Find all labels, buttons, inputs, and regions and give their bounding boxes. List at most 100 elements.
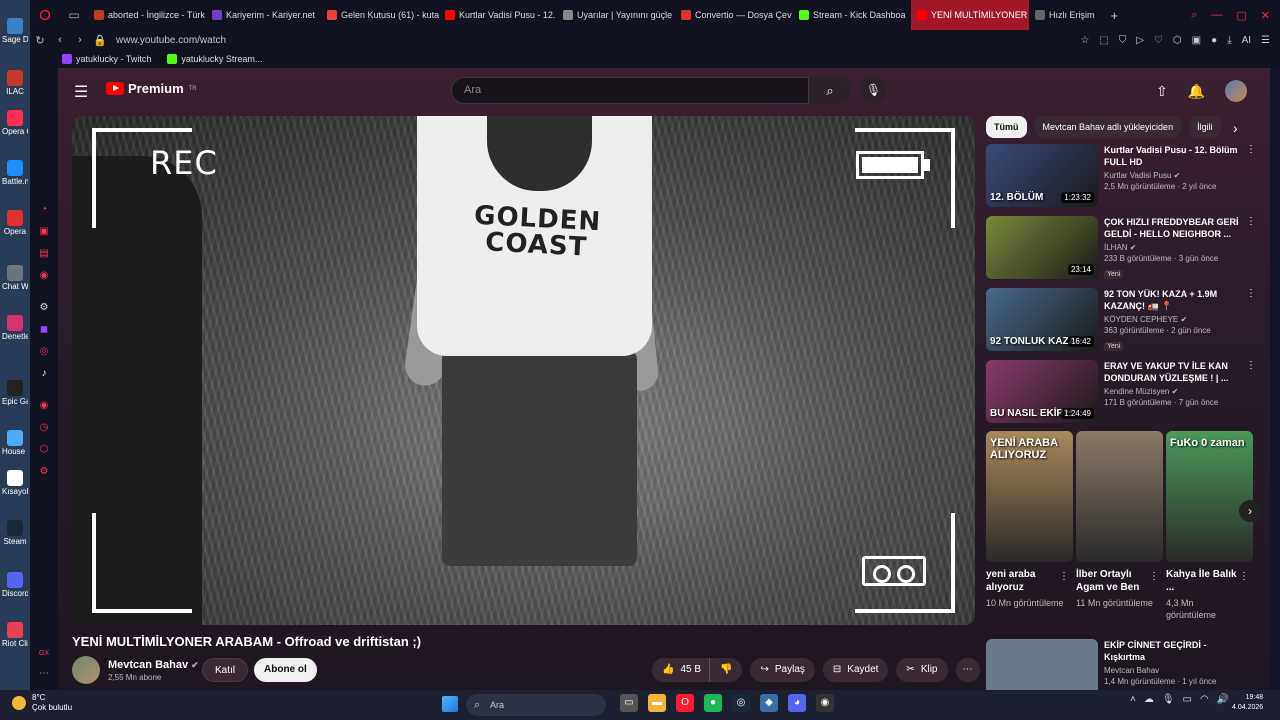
player-icon[interactable]: ◉ <box>38 400 50 412</box>
search-button[interactable]: ⌕ <box>809 77 851 104</box>
recommendation-title[interactable]: 92 TON YÜK! KAZA + 1.9M KAZANÇ! 🚛 📍 <box>1104 288 1244 312</box>
recommendation-item[interactable]: EKİP CİNNET GEÇİRDİ - Kışkırtma Mevtcan … <box>986 639 1256 690</box>
opera-flow-icon[interactable]: ◔ <box>38 204 50 216</box>
recommendation-channel[interactable]: KÖYDEN CEPHEYE ✔ <box>1104 315 1244 324</box>
short-item[interactable]: FuKo 0 zaman Kahya İle Balık ... 4,3 Mn gö… <box>1166 431 1253 621</box>
recommendation-thumbnail[interactable]: 12. BÖLÜM 1:23:32 <box>986 144 1098 207</box>
desktop-shortcut[interactable]: Riot Client <box>2 622 28 648</box>
recommendation-item[interactable]: 92 TONLUK KAZA! 16:42 92 TON YÜK! KAZA + 1… <box>986 288 1256 360</box>
filter-chip[interactable]: Mevtcan Bahav adlı yükleyiciden <box>1034 116 1182 138</box>
recommendation-title[interactable]: Kurtlar Vadisi Pusu - 12. Bölüm FULL HD <box>1104 144 1244 168</box>
recommendation-item[interactable]: 12. BÖLÜM 1:23:32 Kurtlar Vadisi Pusu - 12… <box>986 144 1256 216</box>
more-options-icon[interactable]: ⋮ <box>1149 571 1159 582</box>
file-explorer-icon[interactable]: ▬ <box>648 694 666 712</box>
short-title[interactable]: Kahya İle Balık ... <box>1166 568 1244 594</box>
desktop-shortcut[interactable]: ILAC <box>2 70 28 96</box>
tiktok-icon[interactable]: ♪ <box>38 368 50 380</box>
instagram-icon[interactable]: ◎ <box>38 346 50 358</box>
recommendation-title[interactable]: ERAY VE YAKUP TV İLE KAN DONDURAN YÜZLEŞ… <box>1104 360 1244 384</box>
browser-tab[interactable]: Convertio — Dosya Çev <box>675 0 793 30</box>
wallet-icon[interactable]: ▣ <box>1192 35 1201 46</box>
more-options-icon[interactable]: ⋮ <box>1246 144 1256 155</box>
short-title[interactable]: İlber Ortaylı Agam ve Ben <box>1076 568 1154 594</box>
browser-tab[interactable]: Hızlı Erişim <box>1029 0 1101 30</box>
url-field[interactable]: www.youtube.com/watch <box>116 35 226 46</box>
bookmark-item[interactable]: yatuklucky Stream... <box>167 54 262 64</box>
recommendation-item[interactable]: BU NASIL EKİP?! 1:24:49 ERAY VE YAKUP TV İ… <box>986 360 1256 432</box>
recommendation-channel[interactable]: Mevtcan Bahav <box>1104 666 1244 675</box>
browser-tab[interactable]: Kurtlar Vadisi Pusu - 12. <box>439 0 557 30</box>
desktop-shortcut[interactable]: Kısayol <box>2 470 28 496</box>
reload-icon[interactable]: ↻ <box>30 34 50 47</box>
filter-chip[interactable]: Tümü <box>986 116 1027 138</box>
short-item[interactable]: İlber Ortaylı Agam ve Ben 11 Mn görüntüle… <box>1076 431 1163 609</box>
maximize-icon[interactable]: ▢ <box>1236 9 1246 22</box>
desktop-shortcut[interactable]: Sage Done <box>2 18 28 44</box>
desktop-shortcut[interactable]: Epic Games Launcher <box>2 380 28 406</box>
close-icon[interactable]: ✕ <box>1261 9 1270 22</box>
clock[interactable]: 19:48 4.04.2026 <box>1232 693 1263 713</box>
recommendation-title[interactable]: ÇOK HIZLI FREDDYBEAR GERİ GELDİ - HELLO … <box>1104 216 1244 240</box>
download-icon[interactable]: ⤓ <box>1227 35 1231 46</box>
cloud-icon[interactable]: ☁ <box>1144 694 1154 705</box>
extensions-icon[interactable]: ⬡ <box>1173 35 1182 46</box>
share-button[interactable]: ↪ Paylaş <box>750 658 815 682</box>
browser-tab[interactable]: YENİ MULTİMİLYONER AR <box>911 0 1030 30</box>
channel-avatar[interactable] <box>72 656 100 684</box>
recommendation-channel[interactable]: Kendine Müzisyen ✔ <box>1104 387 1244 396</box>
wifi-icon[interactable]: ◠ <box>1200 694 1209 705</box>
menu-icon[interactable]: ☰ <box>1261 35 1270 46</box>
clip-button[interactable]: ✂ Klip <box>896 658 948 682</box>
short-thumbnail[interactable] <box>1076 431 1163 562</box>
wallet-icon[interactable]: ▤ <box>38 248 50 260</box>
browser-tab[interactable]: Uyarılar | Yayınını güçle <box>557 0 675 30</box>
hamburger-menu-icon[interactable]: ☰ <box>74 82 88 102</box>
gx-icon[interactable]: GX <box>38 648 50 660</box>
browser-tab[interactable]: Kariyerim - Kariyer.net <box>206 0 321 30</box>
volume-icon[interactable]: 🔊 <box>1217 694 1229 705</box>
voice-search-button[interactable]: 🎙 <box>860 77 887 104</box>
dislike-button[interactable]: 👎 <box>709 658 743 682</box>
bookmark-item[interactable]: yatuklucky - Twitch <box>62 54 151 64</box>
weather-widget[interactable]: 8°C Çok bulutlu <box>12 693 72 713</box>
shorts-next-button[interactable]: › <box>1239 500 1261 522</box>
start-button-icon[interactable] <box>442 696 458 712</box>
short-title[interactable]: yeni araba alıyoruz <box>986 568 1064 594</box>
desktop-shortcut[interactable]: Battle.net <box>2 160 28 186</box>
search-input[interactable]: Ara <box>451 77 809 104</box>
recommendation-thumbnail[interactable]: BU NASIL EKİP?! 1:24:49 <box>986 360 1098 423</box>
youtube-premium-logo[interactable]: Premium TR <box>106 81 197 96</box>
desktop-shortcut[interactable]: Opera <box>2 210 28 236</box>
chevron-up-icon[interactable]: ˄ <box>1130 694 1136 705</box>
minimize-icon[interactable]: — <box>1211 9 1222 22</box>
twitch-icon[interactable]: ◼ <box>38 324 50 336</box>
discord-icon[interactable]: ◕ <box>788 694 806 712</box>
recommendation-thumbnail[interactable] <box>986 639 1098 690</box>
screenshot-icon[interactable]: ⬚ <box>1099 35 1108 46</box>
more-options-icon[interactable]: ⋮ <box>1246 360 1256 371</box>
upload-icon[interactable]: ⇧ <box>1156 83 1168 100</box>
recommendation-thumbnail[interactable]: 23:14 <box>986 216 1098 279</box>
like-button[interactable]: 👍 45 B <box>652 658 710 682</box>
desktop-shortcut[interactable]: Chat Wheel <box>2 265 28 291</box>
desktop-shortcut[interactable]: House Flipper <box>2 430 28 456</box>
recommendation-title[interactable]: EKİP CİNNET GEÇİRDİ - Kışkırtma <box>1104 639 1244 663</box>
join-button[interactable]: Katıl <box>202 658 249 682</box>
more-options-icon[interactable]: ⋮ <box>1246 288 1256 299</box>
chips-next-icon[interactable]: › <box>1233 120 1238 136</box>
profile-icon[interactable]: ● <box>1211 35 1217 46</box>
opera-gx-icon[interactable]: O <box>676 694 694 712</box>
task-view-icon[interactable]: ▭ <box>620 694 638 712</box>
app-icon[interactable]: ◆ <box>760 694 778 712</box>
desktop-shortcut[interactable]: Steam <box>2 520 28 546</box>
recommendation-channel[interactable]: Kurtlar Vadisi Pusu ✔ <box>1104 171 1244 180</box>
forward-icon[interactable]: › <box>70 34 90 46</box>
recommendation-item[interactable]: 23:14 ÇOK HIZLI FREDDYBEAR GERİ GELDİ - H… <box>986 216 1256 288</box>
subscribe-button[interactable]: Abone ol <box>254 658 317 682</box>
user-avatar[interactable] <box>1225 80 1248 102</box>
save-button[interactable]: ⊟ Kaydet <box>822 658 889 682</box>
video-player[interactable]: GOLDEN COAST REC <box>72 116 975 625</box>
short-thumbnail[interactable]: FuKo 0 zaman <box>1166 431 1253 562</box>
player-icon[interactable]: ▷ <box>1136 35 1144 46</box>
more-options-icon[interactable]: ⋮ <box>1246 216 1256 227</box>
